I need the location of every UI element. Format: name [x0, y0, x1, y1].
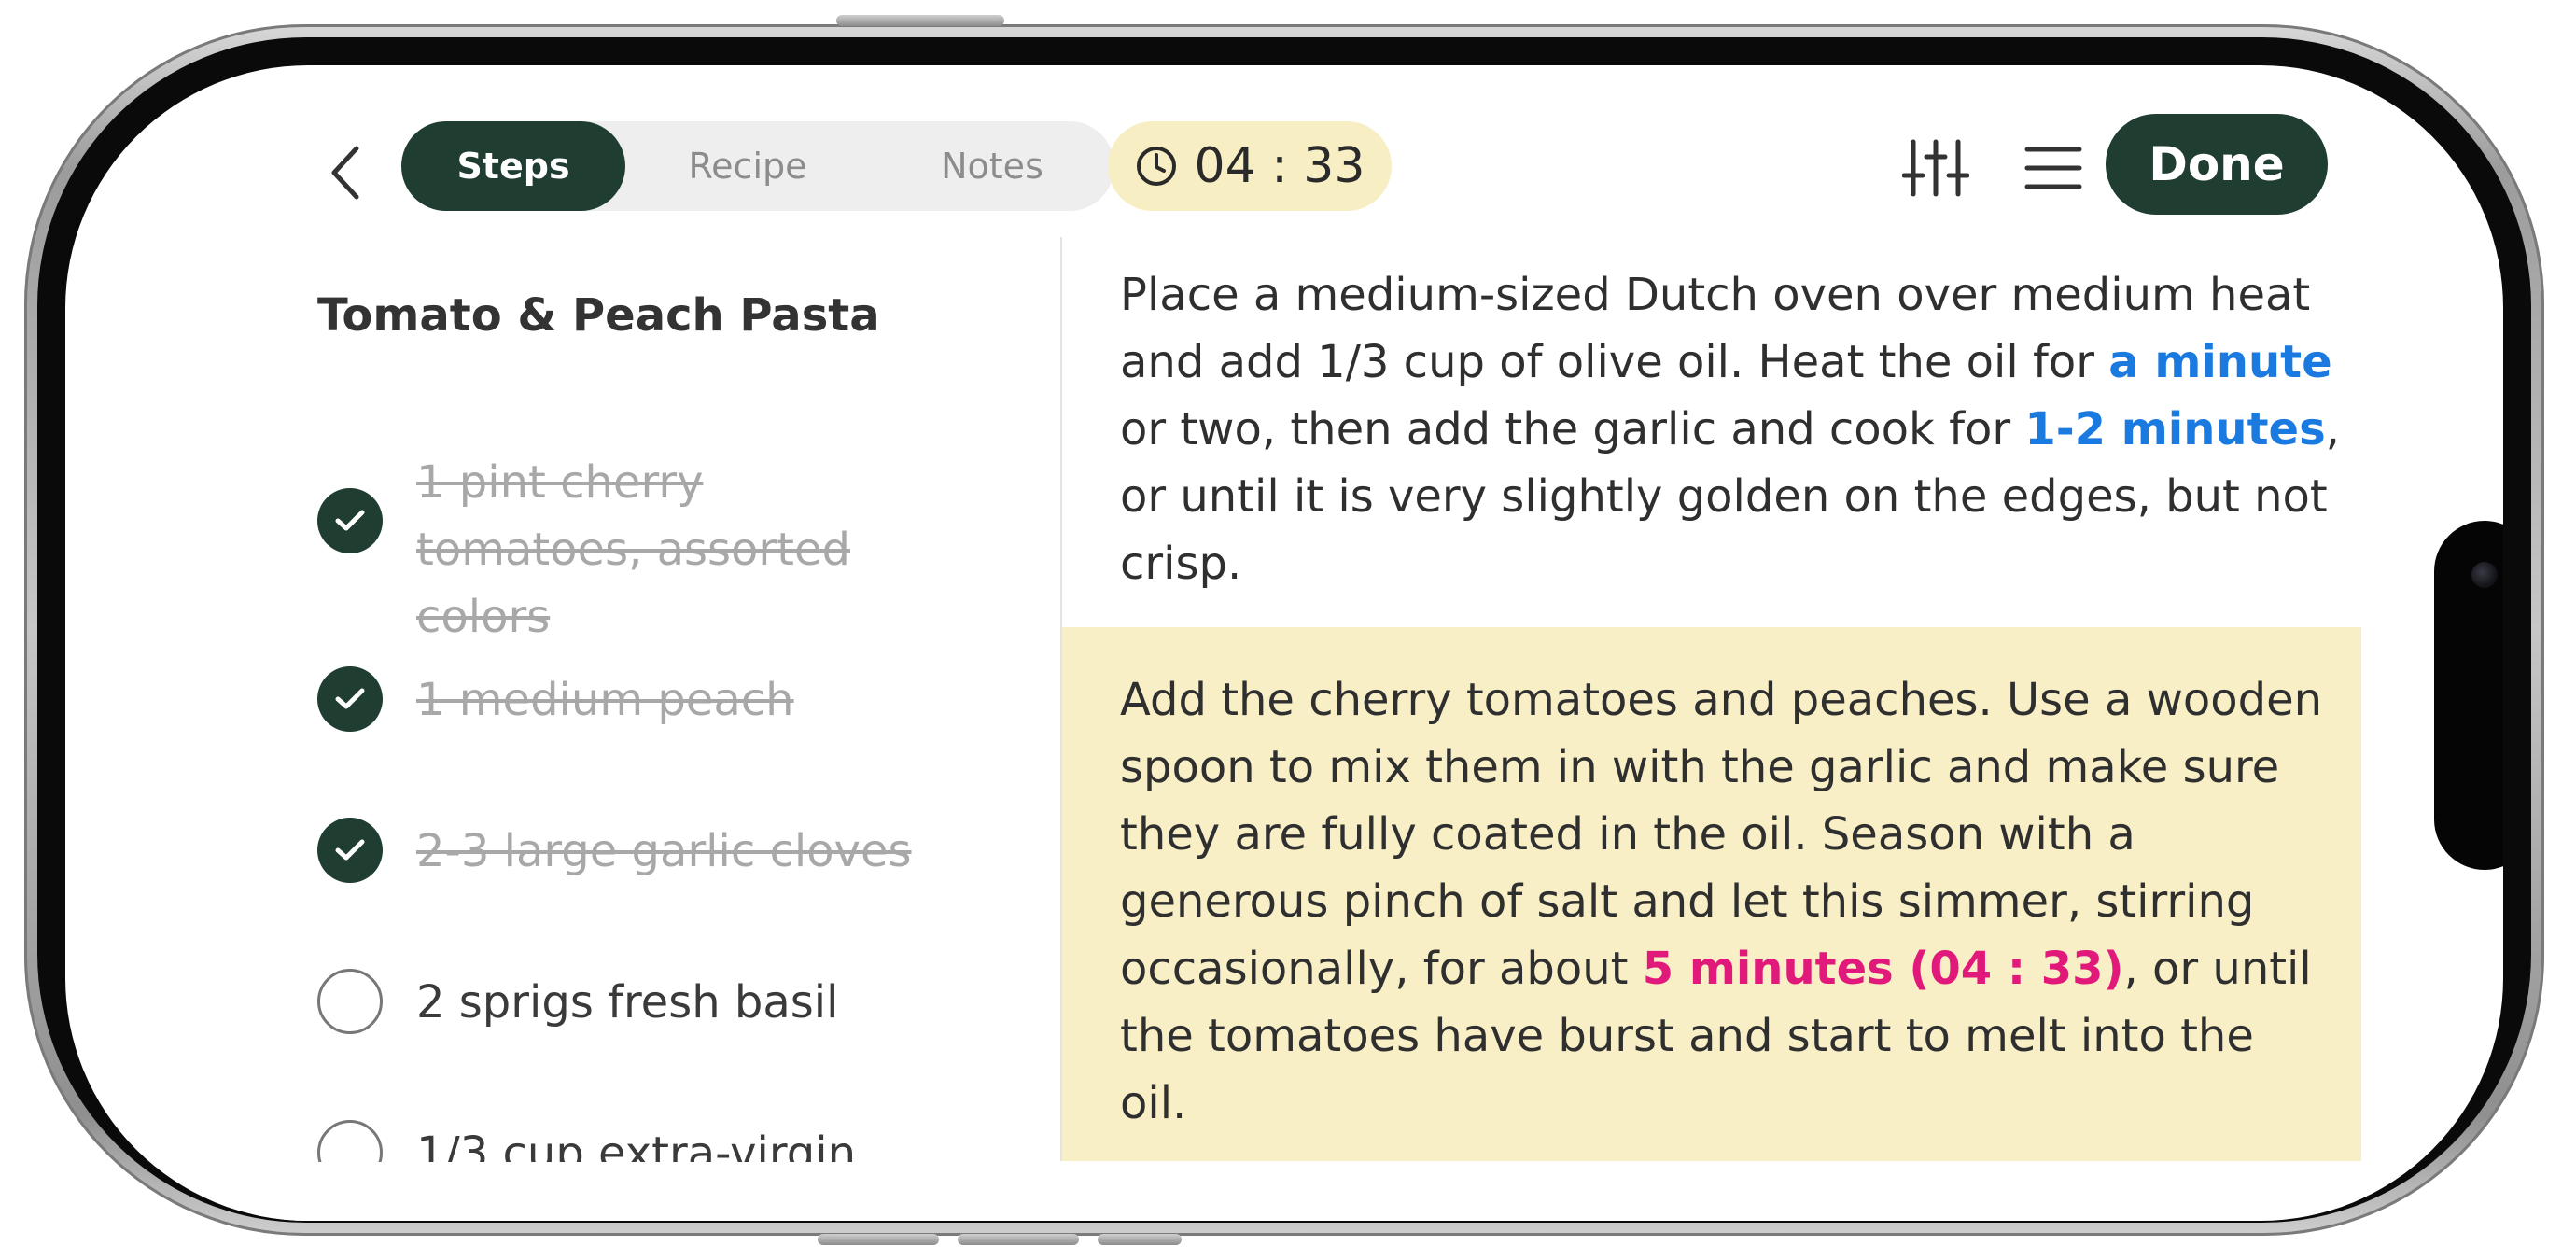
recipe-title: Tomato & Peach Pasta: [317, 289, 880, 342]
ingredient-item[interactable]: 1 medium peach: [317, 666, 1064, 734]
hamburger-menu-icon: [2024, 147, 2082, 189]
list-clip: [252, 1162, 1092, 1221]
side-button-bottom-1: [818, 1234, 939, 1245]
unchecked-circle-icon[interactable]: [317, 969, 383, 1034]
menu-button[interactable]: [2016, 131, 2091, 205]
app-screen: Steps Recipe Notes 04 : 33 Done Tomato &…: [65, 65, 2503, 1221]
active-timer-link[interactable]: 5 minutes (04 : 33): [1643, 943, 2124, 995]
sliders-icon: [1902, 139, 1969, 197]
camera-island: [2434, 521, 2503, 870]
clock-icon: [1136, 147, 1176, 186]
step-text-segment: or two, then add the garlic and cook for: [1120, 403, 2025, 455]
checked-circle-icon[interactable]: [317, 666, 383, 732]
ingredient-label: 2-3 large garlic cloves: [416, 825, 912, 877]
view-segmented-control: Steps Recipe Notes: [401, 121, 1114, 211]
ingredient-label: 1 pint cherry tomatoes, assorted colors: [416, 456, 850, 643]
side-button-top: [836, 15, 1004, 26]
tab-notes[interactable]: Notes: [870, 121, 1114, 211]
tab-recipe[interactable]: Recipe: [625, 121, 870, 211]
chevron-left-icon: [331, 146, 359, 200]
time-link[interactable]: 1-2 minutes: [2024, 403, 2325, 455]
timer-pill[interactable]: 04 : 33: [1108, 121, 1392, 211]
tab-steps[interactable]: Steps: [401, 121, 625, 211]
back-button[interactable]: [317, 140, 373, 205]
checked-circle-icon[interactable]: [317, 818, 383, 883]
step-text-active[interactable]: Add the cherry tomatoes and peaches. Use…: [1120, 666, 2333, 1137]
adjust-button[interactable]: [1898, 131, 1973, 205]
phone-frame: Steps Recipe Notes 04 : 33 Done Tomato &…: [24, 15, 2544, 1245]
timer-value: 04 : 33: [1194, 138, 1365, 194]
time-link[interactable]: a minute: [2108, 336, 2331, 388]
side-button-bottom-3: [1098, 1234, 1182, 1245]
side-button-bottom-2: [958, 1234, 1079, 1245]
camera-lens-icon: [2471, 562, 2498, 588]
checked-circle-icon[interactable]: [317, 488, 383, 553]
ingredient-item[interactable]: 2-3 large garlic cloves: [317, 818, 1064, 885]
done-button[interactable]: Done: [2106, 114, 2328, 215]
ingredient-label: 1 medium peach: [416, 674, 794, 726]
ingredient-item[interactable]: 2 sprigs fresh basil: [317, 969, 1064, 1036]
ingredient-item[interactable]: 1 pint cherry tomatoes, assorted colors: [317, 449, 1064, 651]
step-text-previous[interactable]: Place a medium-sized Dutch oven over med…: [1120, 261, 2361, 597]
ingredient-label: 2 sprigs fresh basil: [416, 976, 839, 1029]
